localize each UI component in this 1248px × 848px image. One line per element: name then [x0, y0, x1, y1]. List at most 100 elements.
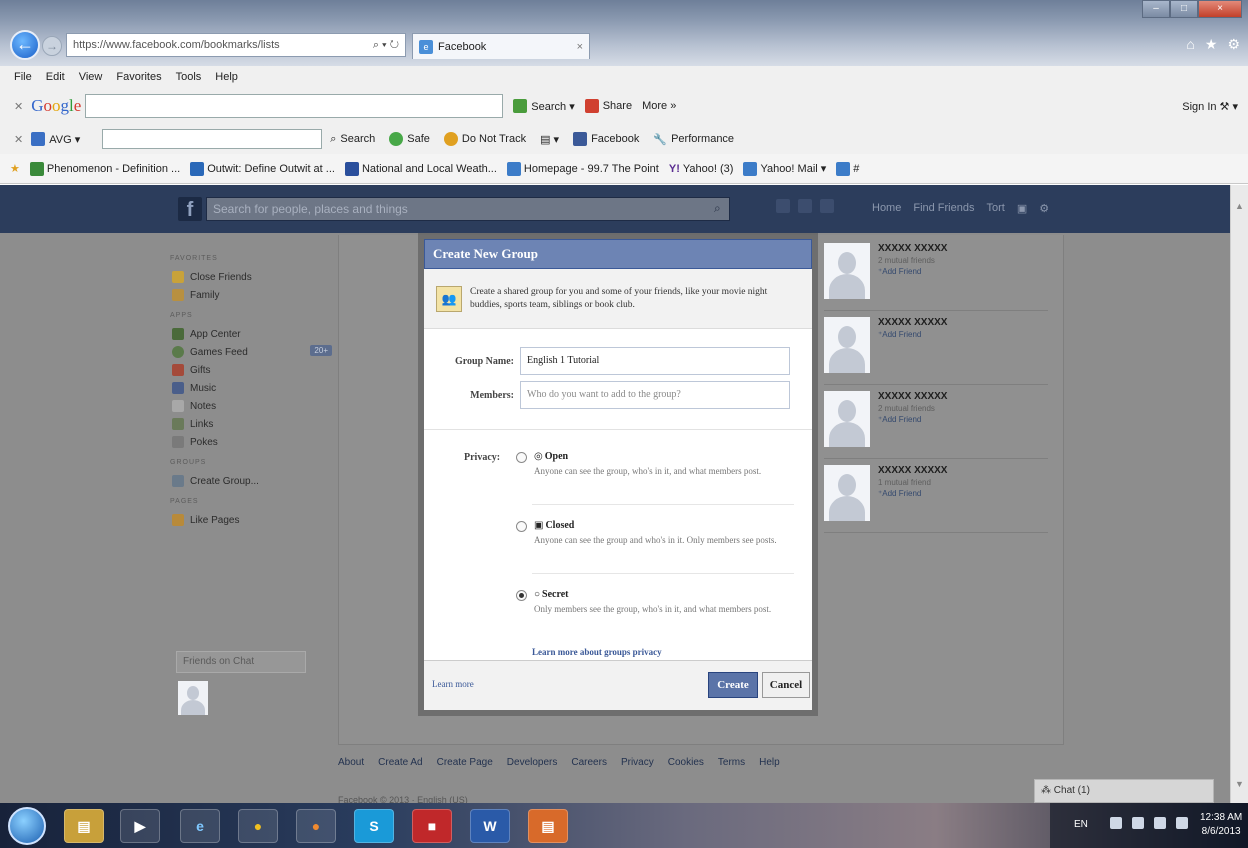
add-friend-button[interactable]: ⁺Add Friend	[878, 330, 947, 339]
file-explorer-icon[interactable]: ▤	[64, 809, 104, 843]
footer-link-careers[interactable]: Careers	[571, 757, 607, 768]
clock[interactable]: 12:38 AM 8/6/2013	[1200, 811, 1242, 839]
favorite-item[interactable]: National and Local Weath...	[344, 161, 497, 176]
favorite-item[interactable]: Y! Yahoo! (3)	[669, 163, 734, 175]
messages-icon[interactable]	[798, 199, 812, 213]
close-window-button[interactable]: ×	[1198, 0, 1242, 18]
language-indicator[interactable]: EN	[1074, 819, 1088, 830]
footer-link-developers[interactable]: Developers	[507, 757, 558, 768]
favorite-item[interactable]: #	[836, 161, 859, 176]
favorites-star-icon[interactable]: ★	[1205, 36, 1218, 53]
learn-privacy-link[interactable]: Learn more about groups privacy	[532, 647, 662, 657]
google-search-button[interactable]: Search ▾	[513, 99, 575, 113]
favorites-star-icon[interactable]: ★	[10, 162, 20, 175]
group-name-input[interactable]: English 1 Tutorial	[520, 347, 790, 375]
scroll-up-icon[interactable]: ▲	[1235, 201, 1244, 211]
acrobat-reader-icon[interactable]: ■	[412, 809, 452, 843]
search-icon[interactable]: ⌕	[714, 201, 721, 216]
avg-brand-button[interactable]: AVG ▾	[31, 132, 80, 146]
tab-close-button[interactable]: ×	[577, 41, 583, 53]
add-friend-button[interactable]: ⁺Add Friend	[878, 415, 947, 424]
sidebar-item-games-feed[interactable]: Games Feed 20+	[168, 343, 338, 361]
media-player-icon[interactable]: ▶	[120, 809, 160, 843]
sidebar-item-create-group[interactable]: Create Group...	[168, 472, 338, 490]
office-app-icon[interactable]: ▤	[528, 809, 568, 843]
nav-profile[interactable]: Tort	[986, 202, 1004, 215]
google-sign-in[interactable]: Sign In ⚒ ▾	[1182, 100, 1238, 113]
settings-gear-icon[interactable]: ⚙	[1039, 202, 1049, 215]
suggestion-name[interactable]: XXXXX XXXXX	[878, 317, 947, 328]
facebook-logo[interactable]: f	[178, 197, 202, 221]
sidebar-item-app-center[interactable]: App Center	[168, 325, 338, 343]
google-more-button[interactable]: More »	[642, 100, 676, 112]
avatar[interactable]	[824, 317, 870, 373]
favorite-item[interactable]: Homepage - 99.7 The Point	[506, 161, 659, 176]
learn-more-link[interactable]: Learn more	[432, 679, 474, 689]
nav-find-friends[interactable]: Find Friends	[913, 202, 974, 215]
firefox-icon[interactable]: ●	[296, 809, 336, 843]
friends-on-chat-input[interactable]: Friends on Chat	[176, 651, 306, 673]
menu-edit[interactable]: Edit	[46, 71, 65, 83]
avg-safe-button[interactable]: Safe	[389, 132, 430, 146]
footer-link-about[interactable]: About	[338, 757, 364, 768]
footer-link-help[interactable]: Help	[759, 757, 780, 768]
google-share-button[interactable]: Share	[584, 99, 632, 113]
avg-search-input[interactable]	[102, 129, 323, 149]
action-center-icon[interactable]	[1176, 817, 1188, 829]
notifications-icon[interactable]	[820, 199, 834, 213]
cancel-button[interactable]: Cancel	[762, 672, 810, 698]
menu-favorites[interactable]: Favorites	[116, 71, 161, 83]
sidebar-item-links[interactable]: Links	[168, 415, 338, 433]
sidebar-item-pokes[interactable]: Pokes	[168, 433, 338, 451]
sidebar-item-family[interactable]: Family	[168, 286, 338, 304]
privacy-option-closed[interactable]: ▣ Closed Anyone can see the group and who…	[516, 520, 796, 547]
sidebar-item-notes[interactable]: Notes	[168, 397, 338, 415]
avg-do-not-track-button[interactable]: Do Not Track	[443, 132, 526, 146]
forward-button[interactable]: →	[42, 36, 62, 56]
members-input[interactable]: Who do you want to add to the group?	[520, 381, 790, 409]
menu-help[interactable]: Help	[215, 71, 238, 83]
privacy-radio-open[interactable]	[516, 452, 527, 463]
privacy-option-secret[interactable]: ○ Secret Only members see the group, who'…	[516, 589, 796, 616]
tools-gear-icon[interactable]: ⚙	[1227, 36, 1240, 53]
favorite-item[interactable]: Outwit: Define Outwit at ...	[190, 161, 335, 176]
facebook-search-input[interactable]: Search for people, places and things	[206, 197, 730, 221]
mutual-friends[interactable]: 2 mutual friends	[878, 404, 947, 413]
suggestion-name[interactable]: XXXXX XXXXX	[878, 465, 947, 476]
mutual-friends[interactable]: 1 mutual friend	[878, 478, 947, 487]
network-icon[interactable]	[1132, 817, 1144, 829]
privacy-shortcuts-icon[interactable]: ▣	[1017, 202, 1027, 215]
skype-icon[interactable]: S	[354, 809, 394, 843]
avatar[interactable]	[824, 465, 870, 521]
suggestion-name[interactable]: XXXXX XXXXX	[878, 391, 947, 402]
footer-link-create-page[interactable]: Create Page	[437, 757, 493, 768]
create-button[interactable]: Create	[708, 672, 758, 698]
address-controls[interactable]: ⌕ ▾ ↻	[373, 39, 399, 52]
add-friend-button[interactable]: ⁺Add Friend	[878, 489, 947, 498]
avatar[interactable]	[824, 391, 870, 447]
menu-view[interactable]: View	[79, 71, 103, 83]
word-icon[interactable]: W	[470, 809, 510, 843]
start-button[interactable]	[8, 807, 46, 845]
privacy-option-open[interactable]: ◎ Open Anyone can see the group, who's in…	[516, 451, 796, 478]
sidebar-item-music[interactable]: Music	[168, 379, 338, 397]
friend-requests-icon[interactable]	[776, 199, 790, 213]
menu-tools[interactable]: Tools	[176, 71, 202, 83]
sidebar-item-gifts[interactable]: Gifts	[168, 361, 338, 379]
address-bar[interactable]: https://www.facebook.com/bookmarks/lists…	[66, 33, 406, 57]
avg-menu-button[interactable]: ▤ ▾	[540, 133, 559, 146]
add-friend-button[interactable]: ⁺Add Friend	[878, 267, 947, 276]
nav-home[interactable]: Home	[872, 202, 901, 215]
address-url[interactable]: https://www.facebook.com/bookmarks/lists	[73, 39, 367, 51]
favorite-item[interactable]: Yahoo! Mail ▾	[743, 161, 826, 176]
menu-file[interactable]: File	[14, 71, 32, 83]
footer-link-terms[interactable]: Terms	[718, 757, 745, 768]
avg-facebook-button[interactable]: Facebook	[573, 132, 639, 146]
sidebar-item-like-pages[interactable]: Like Pages	[168, 511, 338, 529]
page-scrollbar[interactable]: ▲ ▼	[1230, 185, 1248, 803]
google-search-input[interactable]	[85, 94, 504, 118]
scroll-down-icon[interactable]: ▼	[1235, 779, 1244, 789]
mutual-friends[interactable]: 2 mutual friends	[878, 256, 947, 265]
volume-icon[interactable]	[1154, 817, 1166, 829]
sidebar-item-close-friends[interactable]: Close Friends	[168, 268, 338, 286]
